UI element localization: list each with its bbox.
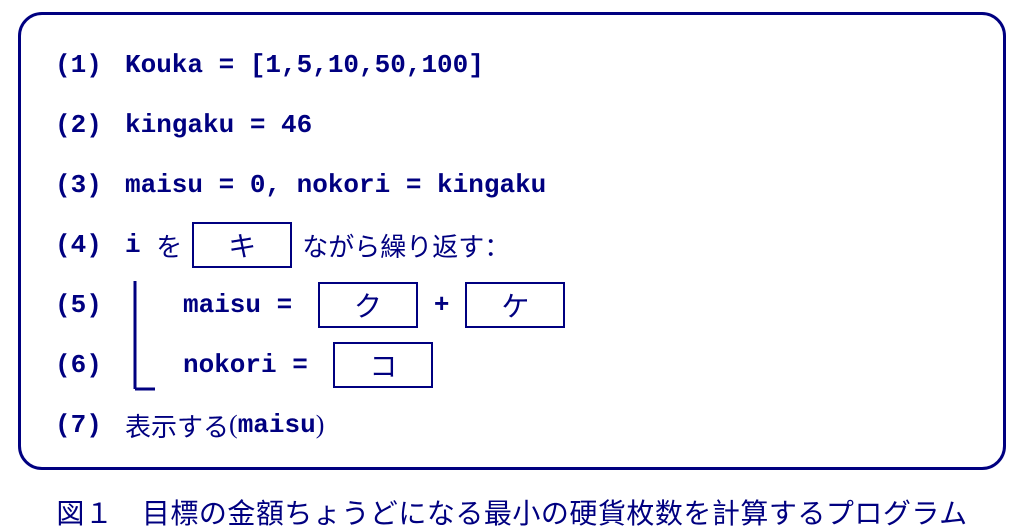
code-text: kingaku = 46 bbox=[125, 110, 312, 140]
line-number: (4) bbox=[55, 230, 125, 260]
blank-ke: ケ bbox=[465, 282, 565, 328]
code-line-6: (6) nokori = コ bbox=[55, 339, 975, 391]
line-number: (3) bbox=[55, 170, 125, 200]
code-content: Kouka = [1,5,10,50,100] bbox=[125, 50, 484, 80]
loop-bracket-icon bbox=[129, 281, 159, 393]
code-arg: maisu bbox=[238, 410, 316, 440]
code-content: kingaku = 46 bbox=[125, 110, 312, 140]
line-number: (5) bbox=[55, 290, 125, 320]
blank-ki: キ bbox=[192, 222, 292, 268]
code-content: maisu = 0, nokori = kingaku bbox=[125, 170, 546, 200]
code-figure-box: (1) Kouka = [1,5,10,50,100] (2) kingaku … bbox=[18, 12, 1006, 470]
jp-text: ながら繰り返す： bbox=[302, 227, 510, 264]
code-content: maisu = ク + ケ bbox=[183, 282, 575, 328]
code-content: 表示する ( maisu ) bbox=[125, 407, 324, 444]
code-line-5: (5) maisu = ク + ケ bbox=[55, 279, 975, 331]
loop-body: (5) maisu = ク + ケ (6) nokori = コ bbox=[55, 279, 975, 391]
line-number: (1) bbox=[55, 50, 125, 80]
code-text: Kouka = [1,5,10,50,100] bbox=[125, 50, 484, 80]
code-content: nokori = コ bbox=[183, 342, 443, 388]
line-number: (6) bbox=[55, 350, 125, 380]
jp-text: 表示する bbox=[125, 407, 229, 444]
paren-open: ( bbox=[229, 410, 238, 440]
code-text: maisu = bbox=[183, 290, 308, 320]
figure-caption: 図１ 目標の金額ちょうどになる最小の硬貨枚数を計算するプログラム bbox=[18, 492, 1006, 532]
code-line-7: (7) 表示する ( maisu ) bbox=[55, 399, 975, 451]
code-line-2: (2) kingaku = 46 bbox=[55, 99, 975, 151]
paren-close: ) bbox=[316, 410, 325, 440]
code-line-1: (1) Kouka = [1,5,10,50,100] bbox=[55, 39, 975, 91]
blank-ko: コ bbox=[333, 342, 433, 388]
plus-operator: + bbox=[434, 290, 450, 320]
code-text: nokori = bbox=[183, 350, 323, 380]
code-content: i を キ ながら繰り返す： bbox=[125, 222, 510, 268]
line-number: (7) bbox=[55, 410, 125, 440]
jp-text: を bbox=[156, 227, 182, 264]
code-line-3: (3) maisu = 0, nokori = kingaku bbox=[55, 159, 975, 211]
code-line-4: (4) i を キ ながら繰り返す： bbox=[55, 219, 975, 271]
code-text: maisu = 0, nokori = kingaku bbox=[125, 170, 546, 200]
code-text: i bbox=[125, 230, 156, 260]
blank-ku: ク bbox=[318, 282, 418, 328]
line-number: (2) bbox=[55, 110, 125, 140]
